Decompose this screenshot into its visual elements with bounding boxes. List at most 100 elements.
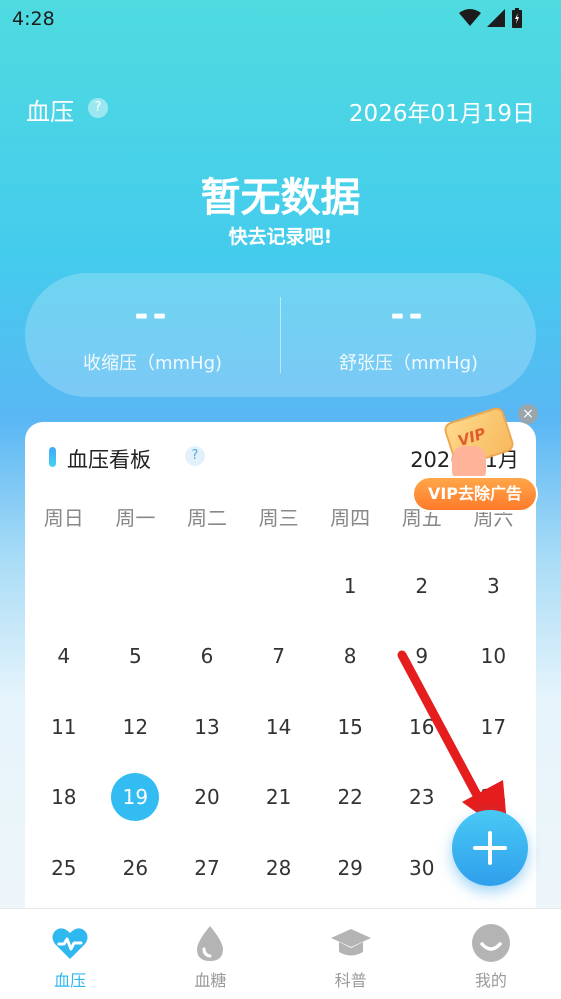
- day-number: 2: [415, 574, 429, 598]
- help-icon[interactable]: ?: [88, 98, 108, 118]
- day-number: 19: [111, 773, 160, 822]
- calendar-day[interactable]: 17: [458, 703, 530, 773]
- day-number: [40, 562, 88, 610]
- title-accent-bar: [49, 447, 56, 467]
- day-number: [255, 562, 303, 610]
- calendar-day[interactable]: 1: [314, 562, 386, 632]
- status-icons: [459, 8, 523, 28]
- nav-item-blood-pressure[interactable]: 血压: [0, 909, 140, 999]
- calendar-day[interactable]: 27: [171, 844, 243, 914]
- weekday-label: 周二: [186, 506, 227, 530]
- hand-icon: [452, 446, 486, 478]
- day-number: 23: [409, 785, 435, 810]
- calendar-day[interactable]: 9: [386, 632, 458, 702]
- calendar-empty-cell: [28, 562, 100, 632]
- calendar-day[interactable]: 21: [243, 773, 315, 843]
- calendar-day[interactable]: 4: [28, 632, 100, 702]
- day-number: 17: [480, 714, 507, 739]
- diastolic-label: 舒张压（mmHg): [338, 353, 479, 374]
- vip-ad[interactable]: VIP VIP去除广告 ×: [410, 402, 540, 517]
- cell-signal-icon: [487, 9, 505, 27]
- calendar-day[interactable]: 10: [458, 632, 530, 702]
- calendar-day[interactable]: 3: [458, 562, 530, 632]
- nav-label: 血糖: [194, 971, 227, 990]
- board-help-icon[interactable]: ?: [185, 446, 205, 466]
- header: 血压 ? 2026年01月19日: [0, 92, 561, 128]
- calendar-day[interactable]: 5: [100, 632, 172, 702]
- calendar-day[interactable]: 15: [314, 703, 386, 773]
- day-number: 10: [480, 644, 507, 669]
- day-number: 1: [343, 574, 357, 598]
- calendar-empty-cell: [100, 562, 172, 632]
- calendar-day[interactable]: 29: [314, 844, 386, 914]
- day-number: 11: [51, 714, 77, 739]
- day-number: 9: [415, 644, 429, 669]
- add-record-button[interactable]: [452, 810, 528, 886]
- calendar-day[interactable]: 13: [171, 703, 243, 773]
- bp-summary-panel: -- 收缩压（mmHg) -- 舒张压（mmHg): [25, 273, 536, 397]
- systolic-column: -- 收缩压（mmHg): [25, 295, 280, 375]
- nav-label: 我的: [474, 971, 507, 990]
- nav-item-blood-sugar[interactable]: 血糖: [140, 909, 280, 999]
- board-title: 血压看板: [67, 448, 151, 472]
- calendar-day[interactable]: 23: [386, 773, 458, 843]
- calendar-day[interactable]: 6: [171, 632, 243, 702]
- calendar-day[interactable]: 18: [28, 773, 100, 843]
- calendar-day[interactable]: 14: [243, 703, 315, 773]
- weekday-label: 周三: [258, 506, 299, 530]
- diastolic-value: --: [390, 295, 427, 335]
- day-number: 29: [337, 855, 363, 880]
- calendar-day[interactable]: 11: [28, 703, 100, 773]
- calendar-day[interactable]: 20: [171, 773, 243, 843]
- calendar-day[interactable]: 22: [314, 773, 386, 843]
- systolic-value: --: [134, 295, 171, 335]
- day-number: [111, 562, 159, 610]
- weekday-label: 周日: [43, 506, 84, 530]
- day-number: 6: [200, 644, 214, 669]
- close-icon[interactable]: ×: [518, 404, 538, 424]
- plus-icon-stroke: [488, 831, 492, 865]
- day-number: 8: [343, 644, 357, 669]
- weekday-label: 周四: [330, 506, 371, 530]
- calendar-day[interactable]: 28: [243, 844, 315, 914]
- empty-state-subtitle: 快去记录吧!: [228, 226, 333, 248]
- calendar-day[interactable]: 2: [386, 562, 458, 632]
- day-number: 25: [51, 855, 77, 880]
- battery-icon: [512, 8, 522, 28]
- calendar-day[interactable]: 30: [386, 844, 458, 914]
- day-number: 16: [409, 714, 435, 739]
- day-number: 12: [122, 714, 149, 739]
- systolic-label: 收缩压（mmHg): [82, 353, 223, 374]
- calendar-day[interactable]: 25: [28, 844, 100, 914]
- day-number: 28: [265, 855, 292, 880]
- day-number: 3: [486, 574, 500, 598]
- status-bar: 4:28: [0, 0, 561, 40]
- calendar-day[interactable]: 12: [100, 703, 172, 773]
- smile-face-icon: [471, 924, 510, 962]
- day-number: 27: [194, 855, 220, 880]
- calendar-empty-cell: [171, 562, 243, 632]
- day-number: 5: [129, 644, 142, 669]
- day-number: 18: [51, 785, 77, 810]
- day-number: 13: [194, 714, 220, 739]
- calendar-day[interactable]: 7: [243, 632, 315, 702]
- drop-icon: [197, 926, 224, 961]
- weekday-label: 周一: [115, 506, 156, 530]
- nav-item-science[interactable]: 科普: [281, 909, 421, 999]
- nav-item-mine[interactable]: 我的: [421, 909, 561, 999]
- calendar-day[interactable]: 19: [100, 773, 172, 843]
- day-number: 20: [194, 785, 220, 810]
- date-label[interactable]: 2026年01月19日: [349, 94, 535, 128]
- diastolic-column: -- 舒张压（mmHg): [281, 295, 536, 375]
- calendar-day[interactable]: 26: [100, 844, 172, 914]
- day-number: 4: [57, 644, 71, 669]
- day-number: 30: [409, 855, 435, 880]
- vip-remove-ads-button[interactable]: VIP去除广告: [412, 476, 538, 512]
- calendar-empty-cell: [243, 562, 315, 632]
- day-number: 14: [265, 714, 292, 739]
- calendar-day[interactable]: 8: [314, 632, 386, 702]
- day-number: 26: [122, 855, 149, 880]
- heart-pulse-icon: [52, 928, 88, 959]
- day-number: [183, 562, 231, 610]
- calendar-day[interactable]: 16: [386, 703, 458, 773]
